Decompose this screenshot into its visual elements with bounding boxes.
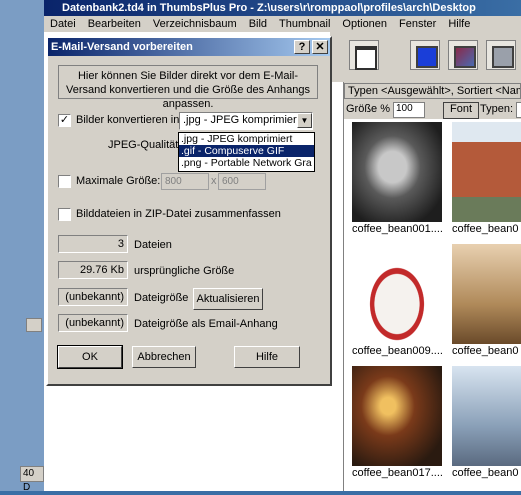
thumbnail-image xyxy=(352,366,442,466)
menu-datei[interactable]: Datei xyxy=(44,16,82,32)
app-title-bar: Datenbank2.td4 in ThumbsPlus Pro - Z:\us… xyxy=(44,0,521,16)
thumbnail-image xyxy=(452,122,521,222)
desktop-left-strip xyxy=(0,0,44,491)
thumbnail-size-row: Größe % 100 Font Typen: xyxy=(344,101,521,119)
zip-label: Bilddateien in ZIP-Datei zusammenfassen xyxy=(76,208,281,220)
max-size-label: Maximale Größe: xyxy=(76,175,161,187)
types-label: Typen: xyxy=(480,103,514,115)
format-selected-value: .jpg - JPEG komprimiert xyxy=(183,114,300,126)
thumbnail-item[interactable]: coffee_bean0 xyxy=(444,363,521,479)
thumbnail-caption: coffee_bean0 xyxy=(452,345,519,357)
original-size-value: 29.76 Kb xyxy=(58,261,128,279)
close-icon: ✕ xyxy=(315,41,325,53)
view-button-2[interactable] xyxy=(448,40,478,70)
size-label: Größe % xyxy=(346,103,391,115)
files-label: Dateien xyxy=(134,239,172,251)
close-button[interactable]: ✕ xyxy=(312,40,328,54)
convert-label: Bilder konvertieren in: xyxy=(76,114,183,126)
thumbnail-caption: coffee_bean001.... xyxy=(352,223,443,235)
menu-verzeichnisbaum[interactable]: Verzeichnisbaum xyxy=(147,16,243,32)
types-input[interactable] xyxy=(516,102,521,118)
dialog-title-bar: E-Mail-Versand vorbereiten xyxy=(48,38,330,56)
info-text: Hier können Sie Bilder direkt vor dem E-… xyxy=(58,65,318,110)
thumbnail-caption: coffee_bean009.... xyxy=(352,345,443,357)
monitor-gray-icon xyxy=(492,46,514,68)
menu-fenster[interactable]: Fenster xyxy=(393,16,442,32)
thumbnail-image xyxy=(452,366,521,466)
size-input[interactable]: 100 xyxy=(393,102,425,118)
file-size-value: (unbekannt) xyxy=(58,288,128,306)
max-width-input[interactable]: 800 xyxy=(161,173,209,190)
format-option-jpg[interactable]: .jpg - JPEG komprimiert xyxy=(179,133,314,145)
thumbnail-image xyxy=(352,122,442,222)
file-size-label: Dateigröße xyxy=(134,292,189,304)
filter-bar[interactable]: Typen <Ausgewählt>, Sortiert <Name xyxy=(344,83,521,99)
format-select[interactable]: .jpg - JPEG komprimiert ▼ xyxy=(179,112,313,130)
menu-optionen[interactable]: Optionen xyxy=(336,16,393,32)
menu-thumbnail[interactable]: Thumbnail xyxy=(273,16,336,32)
menu-hilfe[interactable]: Hilfe xyxy=(442,16,476,32)
format-option-png[interactable]: .png - Portable Network Gra xyxy=(179,157,314,169)
app-menu-bar: Datei Bearbeiten Verzeichnisbaum Bild Thumbn… xyxy=(44,16,521,32)
format-option-gif[interactable]: .gif - Compuserve GIF xyxy=(179,145,314,157)
clipboard-icon xyxy=(355,46,377,70)
checkmark-icon: ✓ xyxy=(59,114,70,126)
thumbnail-caption: coffee_bean0 xyxy=(452,223,519,235)
monitor-picture-icon xyxy=(454,46,476,68)
help-button[interactable]: Hilfe xyxy=(234,346,300,368)
side-tool-icon[interactable] xyxy=(26,318,42,332)
attachment-size-value: (unbekannt) xyxy=(58,314,128,332)
view-button-3[interactable] xyxy=(486,40,516,70)
thumbnail-grid: coffee_bean001.... coffee_bean0 coffee_b… xyxy=(344,119,521,491)
chevron-down-icon[interactable]: ▼ xyxy=(297,113,312,128)
thumbnail-item[interactable]: coffee_bean001.... xyxy=(344,119,443,235)
menu-bearbeiten[interactable]: Bearbeiten xyxy=(82,16,147,32)
monitor-blue-icon xyxy=(416,46,438,68)
times-symbol: x xyxy=(211,175,217,187)
font-button[interactable]: Font xyxy=(443,102,479,119)
view-button-1[interactable] xyxy=(410,40,440,70)
attachment-size-label: Dateigröße als Email-Anhang xyxy=(134,318,278,330)
convert-checkbox[interactable]: ✓ xyxy=(58,114,71,127)
format-dropdown-list: .jpg - JPEG komprimiert .gif - Compuserv… xyxy=(178,132,315,172)
clipboard-button[interactable] xyxy=(349,40,379,70)
ok-button[interactable]: OK xyxy=(57,345,123,369)
dialog-title: E-Mail-Versand vorbereiten xyxy=(51,41,193,53)
thumbnail-image xyxy=(452,244,521,344)
max-height-input[interactable]: 600 xyxy=(218,173,266,190)
original-size-label: ursprüngliche Größe xyxy=(134,265,235,277)
max-size-checkbox[interactable] xyxy=(58,175,71,188)
menu-bild[interactable]: Bild xyxy=(243,16,273,32)
jpeg-quality-label: JPEG-Qualität: xyxy=(108,139,182,151)
status-count: 40 D xyxy=(20,466,44,493)
context-help-button[interactable]: ? xyxy=(294,40,310,54)
zip-checkbox[interactable] xyxy=(58,208,71,221)
thumbnail-caption: coffee_bean017.... xyxy=(352,467,443,479)
thumbnail-caption: coffee_bean0 xyxy=(452,467,519,479)
thumbnail-image xyxy=(352,244,442,344)
thumbnail-item[interactable]: coffee_bean017.... xyxy=(344,363,443,479)
cancel-button[interactable]: Abbrechen xyxy=(132,346,196,368)
files-count-value: 3 xyxy=(58,235,128,253)
thumbnail-item[interactable]: coffee_bean009.... xyxy=(344,241,443,357)
thumbnail-item[interactable]: coffee_bean0 xyxy=(444,241,521,357)
email-dialog: E-Mail-Versand vorbereiten ? ✕ Hier könn… xyxy=(46,36,332,386)
thumbnail-item[interactable]: coffee_bean0 xyxy=(444,119,521,235)
update-button[interactable]: Aktualisieren xyxy=(193,288,263,310)
